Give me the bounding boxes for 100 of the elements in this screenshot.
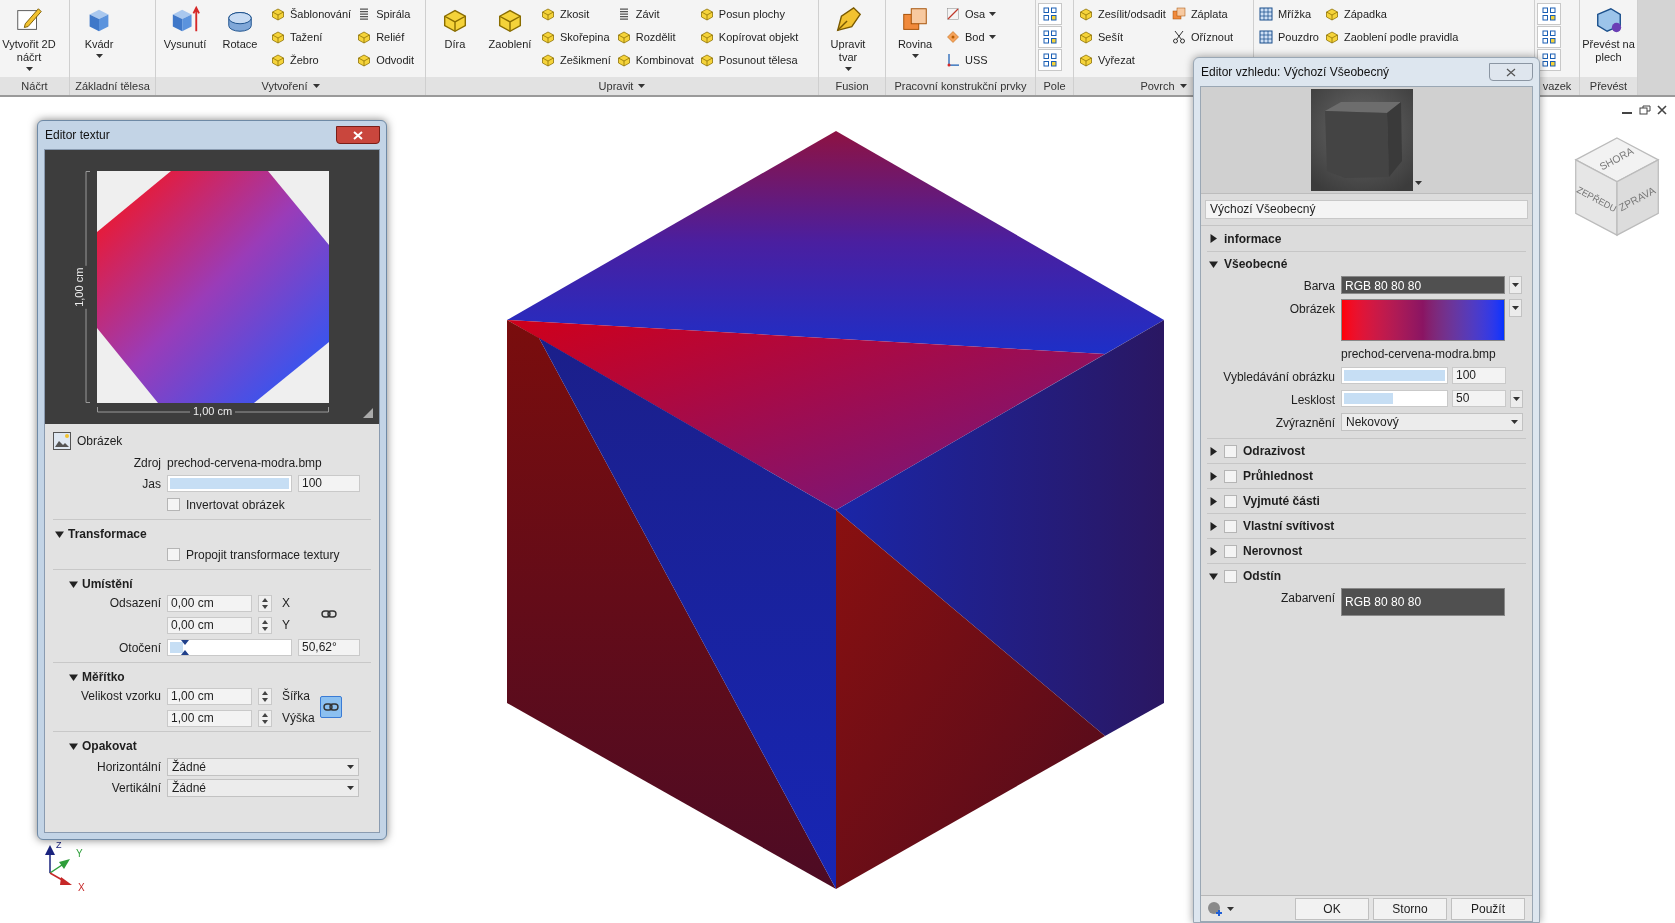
color-swatch[interactable]: RGB 80 80 80: [1341, 276, 1505, 294]
tool-button[interactable]: Závit: [613, 3, 696, 25]
close-button[interactable]: [336, 126, 380, 144]
collapsed-arrow-icon[interactable]: [1209, 471, 1218, 481]
slider-track[interactable]: [167, 639, 292, 656]
tool-button[interactable]: Šablonování: [268, 3, 354, 25]
dropdown-field[interactable]: Žádné: [167, 757, 359, 776]
checkbox[interactable]: [1224, 544, 1237, 558]
spin-button[interactable]: [258, 687, 272, 705]
number-field[interactable]: 0,00 cm: [167, 616, 252, 634]
collapsed-arrow-icon[interactable]: [1209, 546, 1218, 556]
collapsed-arrow-icon[interactable]: [1209, 521, 1218, 531]
number-field[interactable]: 100: [1452, 367, 1506, 384]
number-field[interactable]: 1,00 cm: [167, 709, 252, 727]
spin-button[interactable]: [258, 709, 272, 727]
tool-button[interactable]: [1537, 26, 1561, 48]
tool-button[interactable]: Záplata: [1168, 3, 1236, 25]
tool-button[interactable]: Sešít: [1076, 26, 1168, 48]
caret-icon[interactable]: [1415, 181, 1422, 185]
tool-button[interactable]: Zkosit: [538, 3, 613, 25]
dropdown-button[interactable]: [1509, 276, 1522, 294]
tool-button[interactable]: Reliéf: [354, 26, 417, 48]
dropdown-button[interactable]: [1510, 390, 1523, 408]
caret-icon[interactable]: [1179, 84, 1187, 88]
tool-button[interactable]: Žebro: [268, 49, 354, 71]
resize-grip-icon[interactable]: [363, 408, 373, 418]
number-field[interactable]: 50,62°: [298, 639, 360, 656]
spin-button[interactable]: [258, 594, 272, 612]
checkbox[interactable]: [167, 498, 180, 511]
checkbox[interactable]: [1224, 444, 1237, 458]
tool-button[interactable]: Kopírovat objekt: [696, 26, 801, 48]
dialog-button[interactable]: OK: [1295, 897, 1369, 920]
tool-button[interactable]: Zesílit/odsadit: [1076, 3, 1168, 25]
tool-button[interactable]: Upravit tvar: [821, 3, 875, 75]
tool-button[interactable]: Zaoblení: [483, 3, 537, 75]
collapsed-arrow-icon[interactable]: [1209, 234, 1218, 243]
tool-button[interactable]: Zaoblení podle pravidla: [1322, 26, 1461, 48]
number-field[interactable]: 0,00 cm: [167, 594, 252, 612]
color-swatch[interactable]: RGB 80 80 80: [1341, 588, 1505, 616]
tool-button[interactable]: Rovina: [888, 3, 942, 75]
tool-button[interactable]: Odvodit: [354, 49, 417, 71]
tool-button[interactable]: Díra: [428, 3, 482, 75]
caret-icon[interactable]: [638, 84, 646, 88]
restore-icon[interactable]: [1639, 105, 1651, 115]
spin-button[interactable]: [258, 616, 272, 634]
tool-button[interactable]: Rozdělit: [613, 26, 696, 48]
tool-button[interactable]: Západka: [1322, 3, 1461, 25]
dialog-button[interactable]: Použít: [1451, 897, 1525, 920]
tool-button[interactable]: Spirála: [354, 3, 417, 25]
slider-thumb[interactable]: [181, 640, 190, 655]
tool-button[interactable]: Mřížka: [1256, 3, 1321, 25]
tool-button[interactable]: [1038, 3, 1062, 25]
tool-button[interactable]: Osa: [943, 3, 999, 25]
tool-button[interactable]: Převést na plech: [1582, 3, 1635, 75]
tool-button[interactable]: Kvádr: [72, 3, 126, 75]
tool-button[interactable]: [1038, 26, 1062, 48]
tool-button[interactable]: Kombinovat: [613, 49, 696, 71]
slider-track[interactable]: [1341, 390, 1448, 407]
tool-button[interactable]: [1038, 49, 1062, 71]
expanded-arrow-icon[interactable]: [1209, 571, 1218, 581]
tool-button[interactable]: Vytvořit 2D náčrt: [2, 3, 56, 75]
collapsed-arrow-icon[interactable]: [1209, 496, 1218, 506]
expanded-arrow-icon[interactable]: [69, 741, 78, 751]
tool-button[interactable]: Skořepina: [538, 26, 613, 48]
number-field[interactable]: 100: [298, 475, 360, 492]
dropdown-button[interactable]: [1509, 299, 1522, 317]
name-field[interactable]: Výchozí Všeobecný: [1205, 200, 1528, 219]
link-toggle-button[interactable]: [320, 696, 342, 718]
dialog-button[interactable]: Storno: [1373, 897, 1447, 920]
tool-button[interactable]: Bod: [943, 26, 999, 48]
tool-button[interactable]: Zešikmení: [538, 49, 613, 71]
checkbox[interactable]: [167, 548, 180, 561]
expanded-arrow-icon[interactable]: [69, 672, 78, 682]
tool-button[interactable]: USS: [943, 49, 999, 71]
tool-button[interactable]: Pouzdro: [1256, 26, 1321, 48]
expanded-arrow-icon[interactable]: [1209, 259, 1218, 269]
tool-button[interactable]: Posunout tělesa: [696, 49, 801, 71]
collapsed-arrow-icon[interactable]: [1209, 446, 1218, 456]
checkbox[interactable]: [1224, 569, 1237, 583]
tool-button[interactable]: Rotace: [213, 3, 267, 75]
image-swatch[interactable]: [1341, 299, 1505, 341]
expanded-arrow-icon[interactable]: [55, 529, 64, 539]
tool-button[interactable]: Posun plochy: [696, 3, 801, 25]
dropdown-field[interactable]: Žádné: [167, 778, 359, 797]
tool-button[interactable]: Vyřezat: [1076, 49, 1168, 71]
caret-icon[interactable]: [312, 84, 320, 88]
view-cube-drawing[interactable]: [1574, 137, 1660, 237]
tool-button[interactable]: Tažení: [268, 26, 354, 48]
checkbox[interactable]: [1224, 469, 1237, 483]
dropdown-field[interactable]: Nekovový: [1341, 413, 1523, 431]
number-field[interactable]: 1,00 cm: [167, 687, 252, 705]
checkbox[interactable]: [1224, 494, 1237, 508]
number-field[interactable]: 50: [1452, 390, 1506, 407]
tool-button[interactable]: Oříznout: [1168, 26, 1236, 48]
tool-button[interactable]: [1537, 3, 1561, 25]
tool-button[interactable]: Vysunutí: [158, 3, 212, 75]
checkbox[interactable]: [1224, 519, 1237, 533]
expanded-arrow-icon[interactable]: [69, 579, 78, 589]
close-icon[interactable]: [1657, 105, 1667, 115]
tool-button[interactable]: [1537, 49, 1561, 71]
